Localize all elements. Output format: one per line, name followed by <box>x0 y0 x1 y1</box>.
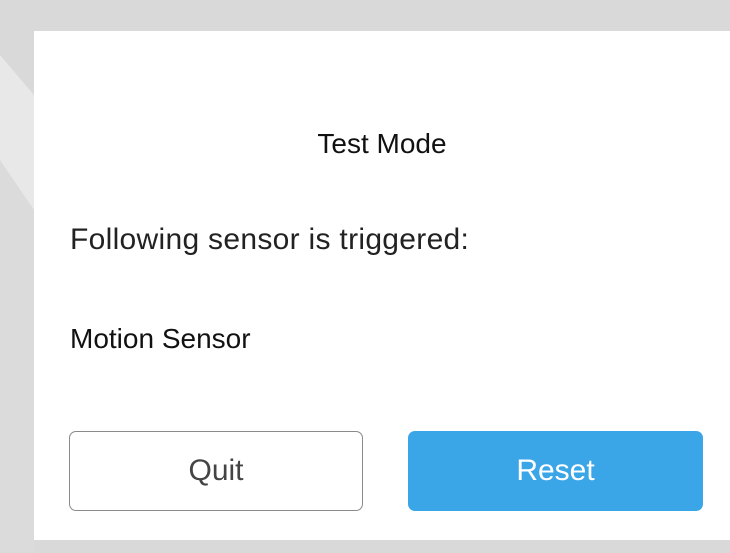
sensor-name: Motion Sensor <box>70 323 251 354</box>
test-mode-dialog: Test Mode Following sensor is triggered:… <box>34 31 730 540</box>
quit-button[interactable]: Quit <box>69 431 363 511</box>
reset-button-label: Reset <box>516 454 595 487</box>
reset-button[interactable]: Reset <box>408 431 703 511</box>
quit-button-label: Quit <box>188 454 244 487</box>
dialog-title: Test Mode <box>317 128 447 159</box>
trigger-message: Following sensor is triggered: <box>70 223 470 256</box>
